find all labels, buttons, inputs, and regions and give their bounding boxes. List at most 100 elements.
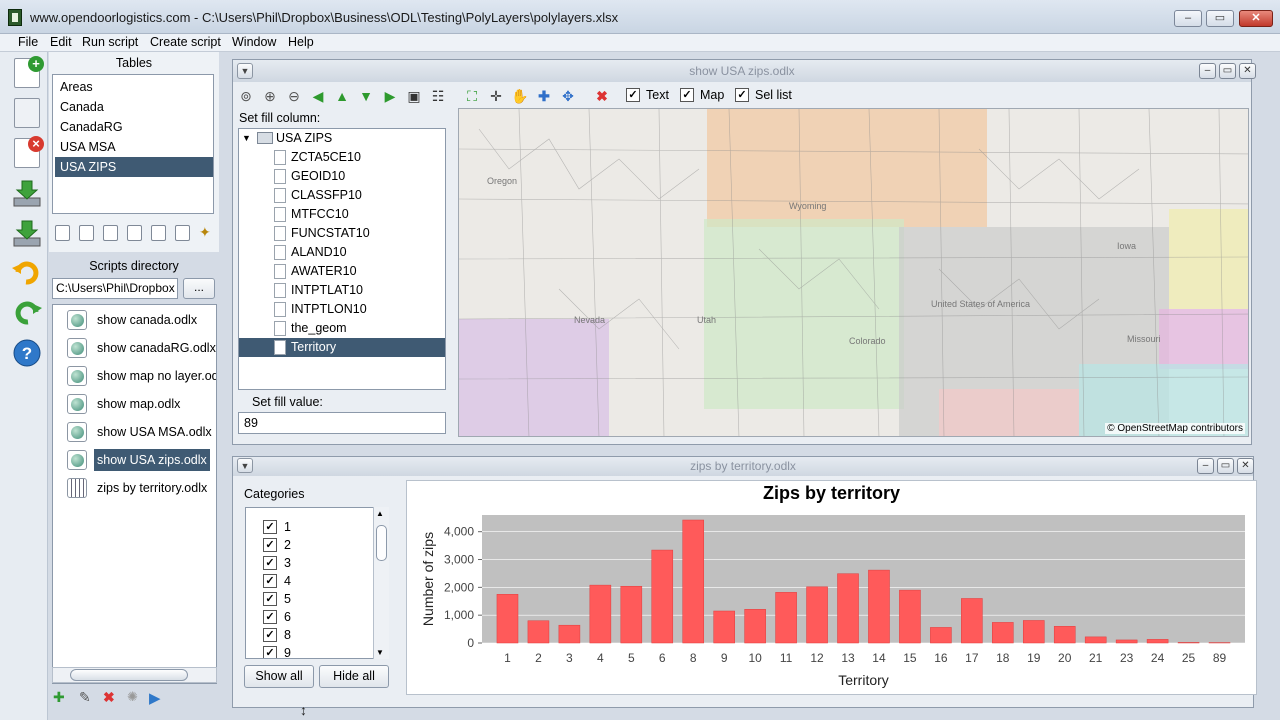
scripts-path-input[interactable]: C:\Users\Phil\Dropbox	[52, 278, 178, 299]
category-checkbox[interactable]: ✓	[263, 646, 277, 658]
script-item-selected[interactable]: show USA zips.odlx	[67, 449, 216, 471]
script-item[interactable]: show map no layer.odlx	[67, 365, 216, 387]
categories-scrollbar[interactable]: ▲ ▼	[373, 507, 389, 659]
menu-help[interactable]: Help	[288, 35, 314, 49]
fit-selection-icon[interactable]: ⛶	[463, 87, 481, 105]
map-minimize-button[interactable]: –	[1199, 63, 1216, 79]
category-checkbox[interactable]: ✓	[263, 592, 277, 606]
table-item[interactable]: USA MSA	[55, 137, 213, 157]
wizard-icon[interactable]: ✦	[199, 225, 214, 241]
tree-column[interactable]: the_geom	[239, 319, 445, 338]
tree-column[interactable]: CLASSFP10	[239, 186, 445, 205]
category-checkbox[interactable]: ✓	[263, 574, 277, 588]
script-item[interactable]: show canada.odlx	[67, 309, 216, 331]
maximize-button[interactable]: ▭	[1206, 10, 1234, 27]
chart-close-button[interactable]: ✕	[1237, 458, 1254, 474]
edit-table-icon[interactable]	[127, 225, 142, 241]
menu-file[interactable]: File	[18, 35, 38, 49]
category-checkbox[interactable]: ✓	[263, 610, 277, 624]
zoom-out-icon[interactable]: ⊖	[285, 87, 303, 105]
menu-edit[interactable]: Edit	[50, 35, 72, 49]
undo-button[interactable]	[12, 258, 42, 288]
legend-icon[interactable]: ☷	[429, 87, 447, 105]
script-item[interactable]: zips by territory.odlx	[67, 477, 216, 499]
map-close-button[interactable]: ✕	[1239, 63, 1256, 79]
map-view[interactable]: Oregon Wyoming Iowa Nevada Utah United S…	[458, 108, 1249, 437]
script-item[interactable]: show USA MSA.odlx	[67, 421, 216, 443]
table-item[interactable]: Canada	[55, 97, 213, 117]
tree-column[interactable]: INTPTLAT10	[239, 281, 445, 300]
y-tick-label: 1,000	[444, 608, 474, 622]
hide-all-button[interactable]: Hide all	[319, 665, 389, 688]
move-icon[interactable]: ✥	[559, 87, 577, 105]
tree-column[interactable]: MTFCC10	[239, 205, 445, 224]
rename-table-icon[interactable]	[103, 225, 118, 241]
map-checkbox[interactable]: ✓	[680, 88, 694, 102]
clear-selection-icon[interactable]: ✖	[593, 87, 611, 105]
zoom-fit-icon[interactable]: ⊚	[237, 87, 255, 105]
fill-value-input[interactable]: 89	[238, 412, 446, 434]
pan-right-icon[interactable]: ▶	[381, 87, 399, 105]
tree-column[interactable]: FUNCSTAT10	[239, 224, 445, 243]
redo-button[interactable]	[12, 298, 42, 328]
table-item-selected[interactable]: USA ZIPS	[55, 157, 213, 177]
import-button[interactable]	[12, 178, 42, 208]
map-canvas[interactable]: Oregon Wyoming Iowa Nevada Utah United S…	[459, 109, 1249, 437]
text-checkbox[interactable]: ✓	[626, 88, 640, 102]
help-button[interactable]: ?	[12, 338, 42, 368]
script-item[interactable]: show canadaRG.odlx	[67, 337, 216, 359]
menu-window[interactable]: Window	[232, 35, 276, 49]
tree-column[interactable]: AWATER10	[239, 262, 445, 281]
tree-column[interactable]: ALAND10	[239, 243, 445, 262]
sel-list-checkbox[interactable]: ✓	[735, 88, 749, 102]
tables-title: Tables	[115, 56, 153, 70]
run-script-icon[interactable]: ▶	[149, 689, 161, 707]
tree-column[interactable]: ZCTA5CE10	[239, 148, 445, 167]
tree-column[interactable]: INTPTLON10	[239, 300, 445, 319]
pan-down-icon[interactable]: ▼	[357, 87, 375, 105]
category-checkbox[interactable]: ✓	[263, 520, 277, 534]
export-table-icon[interactable]	[175, 225, 190, 241]
menu-create-script[interactable]: Create script	[150, 35, 221, 49]
add-table-icon[interactable]	[55, 225, 70, 241]
script-item[interactable]: show map.odlx	[67, 393, 216, 415]
browse-button[interactable]: ...	[183, 278, 215, 299]
close-window-button[interactable]: ✕	[1239, 10, 1273, 27]
show-all-button[interactable]: Show all	[244, 665, 314, 688]
open-datastore-button[interactable]	[12, 98, 42, 128]
menu-run-script[interactable]: Run script	[82, 35, 138, 49]
map-maximize-button[interactable]: ▭	[1219, 63, 1236, 79]
edit-script-icon[interactable]: ✎	[79, 689, 91, 706]
minimize-button[interactable]: –	[1174, 10, 1202, 27]
crosshair-icon[interactable]: ✛	[487, 87, 505, 105]
column-file-icon	[274, 283, 286, 298]
refresh-script-icon[interactable]: ✺	[127, 689, 138, 705]
delete-table-icon[interactable]	[79, 225, 94, 241]
scrollbar-thumb[interactable]	[70, 669, 188, 681]
hand-pan-icon[interactable]: ✋	[511, 87, 529, 105]
scroll-up-icon[interactable]: ▲	[376, 509, 384, 518]
tree-column-selected[interactable]: Territory	[239, 338, 445, 357]
tree-root[interactable]: ▼ USA ZIPS	[239, 129, 445, 148]
copy-table-icon[interactable]	[151, 225, 166, 241]
close-datastore-button[interactable]: ×	[12, 136, 44, 168]
zoom-in-icon[interactable]: ⊕	[261, 87, 279, 105]
category-checkbox[interactable]: ✓	[263, 538, 277, 552]
new-script-icon[interactable]: ✚	[53, 689, 65, 706]
table-item[interactable]: CanadaRG	[55, 117, 213, 137]
category-checkbox[interactable]: ✓	[263, 628, 277, 642]
select-add-icon[interactable]: ✚	[535, 87, 553, 105]
scrollbar-thumb[interactable]	[376, 525, 387, 561]
screenshot-icon[interactable]: ▣	[405, 87, 423, 105]
scroll-down-icon[interactable]: ▼	[376, 648, 384, 657]
export-button[interactable]	[12, 218, 42, 248]
pan-up-icon[interactable]: ▲	[333, 87, 351, 105]
category-checkbox[interactable]: ✓	[263, 556, 277, 570]
table-item[interactable]: Areas	[55, 77, 213, 97]
new-datastore-button[interactable]: +	[12, 56, 44, 88]
delete-script-icon[interactable]: ✖	[103, 689, 115, 706]
tree-column[interactable]: GEOID10	[239, 167, 445, 186]
chart-minimize-button[interactable]: –	[1197, 458, 1214, 474]
pan-left-icon[interactable]: ◀	[309, 87, 327, 105]
chart-maximize-button[interactable]: ▭	[1217, 458, 1234, 474]
